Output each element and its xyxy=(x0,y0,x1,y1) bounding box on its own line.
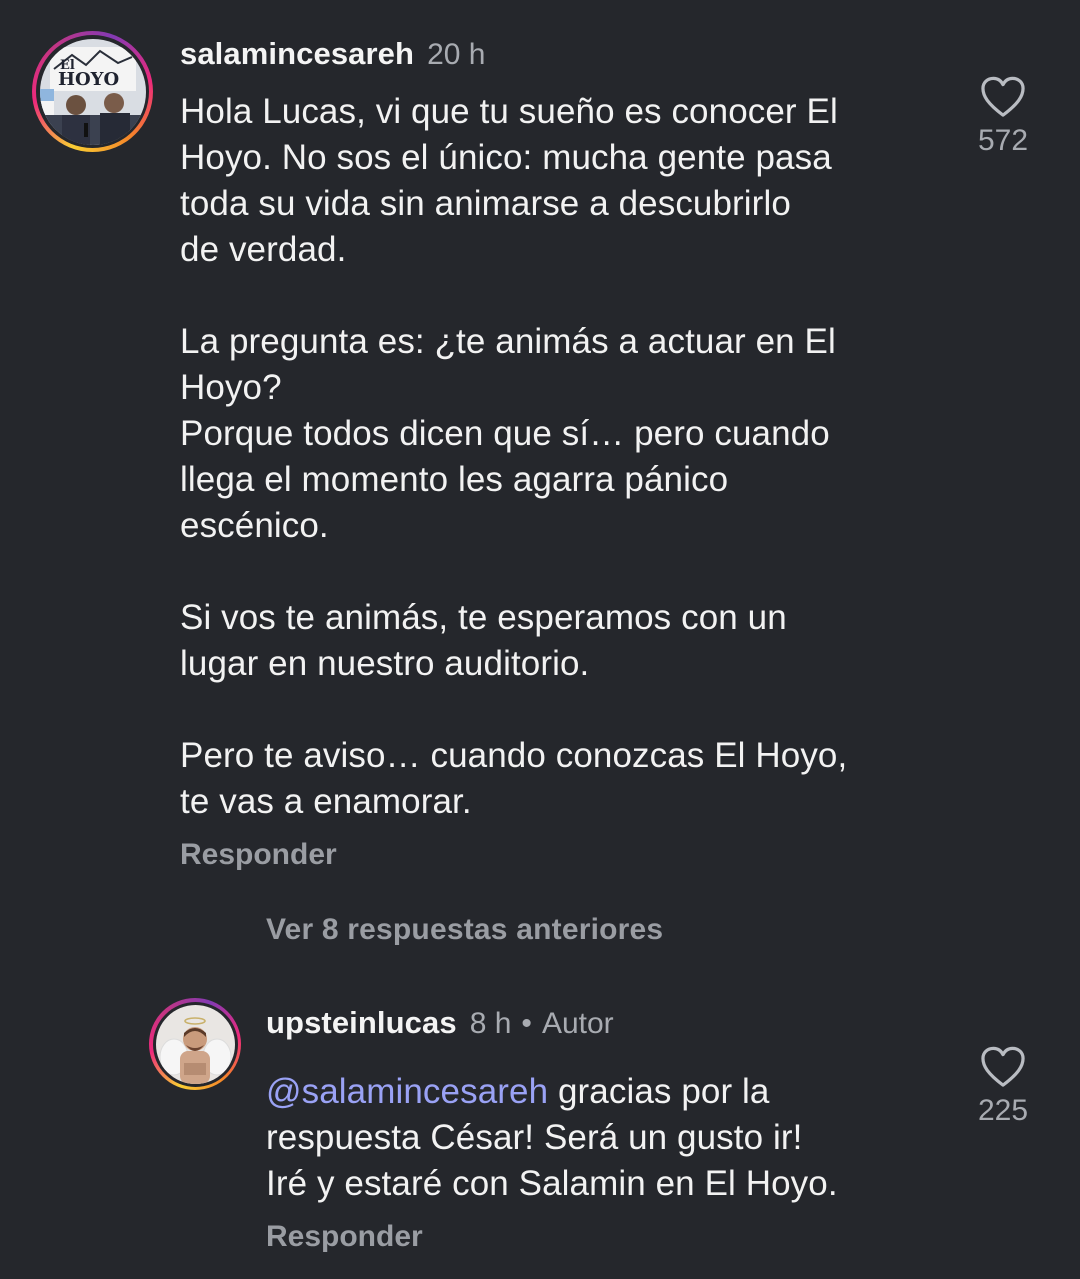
reply-header: upsteinlucas 8 h • Autor xyxy=(266,1005,614,1041)
reply-like[interactable]: 225 xyxy=(948,1046,1058,1128)
svg-text:HOYO: HOYO xyxy=(58,69,119,90)
comment-paragraph-1: Hola Lucas, vi que tu sueño es conocer E… xyxy=(180,92,838,269)
reply-timestamp: 8 h xyxy=(469,1007,512,1040)
comment-paragraph-2: La pregunta es: ¿te animás a actuar en E… xyxy=(180,322,836,545)
view-previous-replies-button[interactable]: Ver 8 respuestas anteriores xyxy=(266,913,663,947)
reply-reply-button[interactable]: Responder xyxy=(266,1220,423,1254)
comment-like-count: 572 xyxy=(977,124,1029,157)
reply-text-rest: respuesta César! Será un gusto ir! Iré y… xyxy=(266,1118,838,1203)
mention-link[interactable]: @salamincesareh xyxy=(266,1072,548,1111)
comment-like[interactable]: 572 xyxy=(948,76,1058,158)
comments-screen: El HOYO salamincesareh 20 h Hola Lucas, … xyxy=(0,0,1080,1279)
heart-icon[interactable] xyxy=(980,76,1026,118)
comment-header: salamincesareh 20 h xyxy=(180,36,485,72)
comment-username[interactable]: salamincesareh xyxy=(180,36,414,72)
comment-paragraph-4: Pero te aviso… cuando conozcas El Hoyo, … xyxy=(180,736,848,821)
avatar-upsteinlucas[interactable] xyxy=(149,998,241,1090)
avatar-image: El HOYO xyxy=(39,38,146,145)
avatar-salamincesareh[interactable]: El HOYO xyxy=(32,31,153,152)
author-badge: Autor xyxy=(541,1007,614,1040)
reply-text: @salamincesareh gracias por la respuesta… xyxy=(266,1069,838,1207)
comment-reply-button[interactable]: Responder xyxy=(180,838,337,872)
reply-like-count: 225 xyxy=(977,1094,1029,1127)
reply-username[interactable]: upsteinlucas xyxy=(266,1005,457,1041)
comment-timestamp: 20 h xyxy=(427,38,486,71)
reply-text-line-1: gracias por la xyxy=(548,1072,770,1111)
heart-icon[interactable] xyxy=(980,1046,1026,1088)
comment-paragraph-3: Si vos te animás, te esperamos con un lu… xyxy=(180,598,787,683)
separator-dot: • xyxy=(521,1007,532,1040)
avatar-image xyxy=(155,1004,235,1084)
